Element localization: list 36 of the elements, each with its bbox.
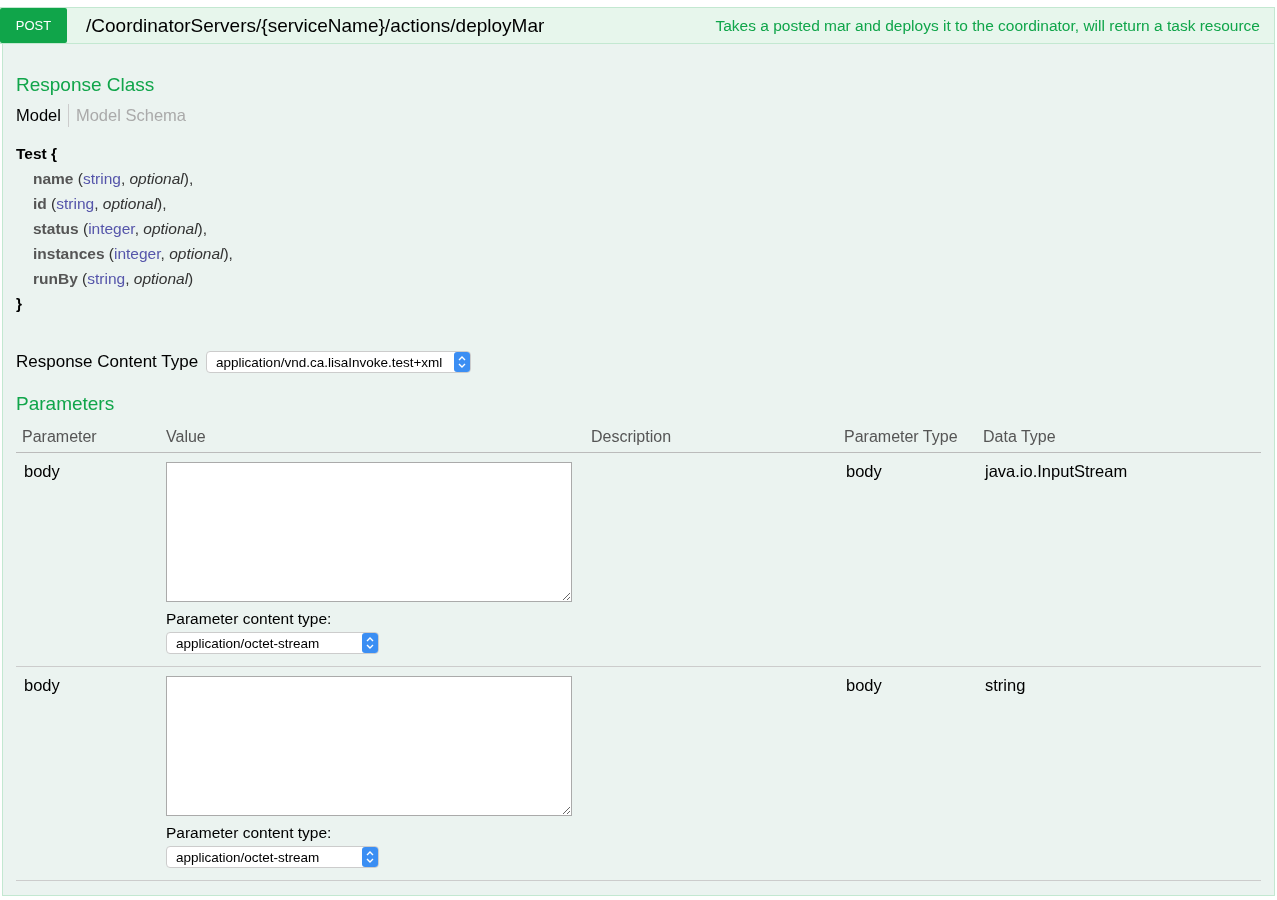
dropdown-caret-icon bbox=[454, 352, 471, 372]
column-header: Value bbox=[160, 422, 585, 453]
content-type-select[interactable]: application/octet-stream bbox=[166, 846, 379, 868]
model-tab[interactable]: Model bbox=[16, 104, 68, 127]
model-property: runBy (string, optional) bbox=[32, 269, 195, 289]
dropdown-caret-icon bbox=[362, 847, 378, 867]
field-label: Response Content Type bbox=[16, 352, 199, 372]
model-property: instances (integer, optional), bbox=[32, 244, 234, 264]
model-property: name (string, optional), bbox=[32, 169, 195, 189]
model-property: id (string, optional), bbox=[32, 194, 168, 214]
parameter-type: body bbox=[846, 462, 882, 480]
dropdown-caret-icon bbox=[362, 633, 378, 653]
model-closing-brace: } bbox=[16, 294, 24, 314]
column-header: Parameter bbox=[16, 422, 160, 453]
column-header: Parameter Type bbox=[838, 422, 977, 453]
section-heading: Parameters bbox=[16, 393, 116, 415]
data-type: string bbox=[985, 676, 1026, 694]
data-type: java.io.InputStream bbox=[985, 462, 1128, 480]
content-type-select[interactable]: application/vnd.ca.lisaInvoke.test+xml bbox=[206, 351, 472, 373]
parameter-name: body bbox=[24, 462, 60, 480]
parameter-name: body bbox=[24, 676, 60, 694]
field-label: Parameter content type: bbox=[166, 610, 333, 628]
section-heading: Response Class bbox=[16, 74, 156, 96]
model-name: Test { bbox=[16, 144, 59, 164]
model-property: status (integer, optional), bbox=[32, 219, 209, 239]
column-header: Data Type bbox=[977, 422, 1261, 453]
column-header: Description bbox=[585, 422, 838, 453]
parameter-type: body bbox=[846, 676, 882, 694]
field-label: Parameter content type: bbox=[166, 824, 333, 842]
value-field[interactable] bbox=[166, 462, 572, 602]
value-field[interactable] bbox=[166, 676, 572, 816]
method-badge: POST bbox=[0, 8, 67, 43]
operation-summary: Takes a posted mar and deploys it to the coordinator, will return a task resource bbox=[715, 16, 1260, 35]
content-type-select[interactable]: application/octet-stream bbox=[166, 632, 379, 654]
endpoint-path: /CoordinatorServers/{serviceName}/actions/deployMar bbox=[86, 14, 546, 37]
operation-header[interactable]: POST /CoordinatorServers/{serviceName}/actions/deployMar Takes a posted mar and deploys it to the coordinator, will return a task resource bbox=[0, 7, 1275, 44]
